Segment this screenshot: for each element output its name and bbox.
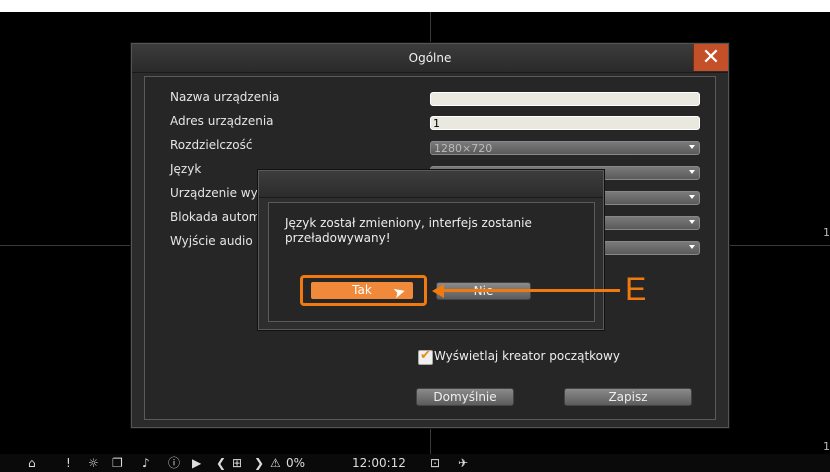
chevron-down-icon: [689, 220, 695, 224]
clock-time: 12:00:12: [352, 456, 406, 470]
wizard-checkbox[interactable]: ✔: [418, 348, 433, 365]
chevron-down-icon: [689, 170, 695, 174]
checkmark-icon: ✔: [420, 348, 431, 363]
taskbar: ⌂ ! ☼ ❐ ♪ ⓘ ▶ ❮ ⊞ ❯ ⚠ 0% 12:00:12 ⊡ ✈: [0, 454, 830, 472]
label-device-name: Nazwa urządzenia: [170, 90, 280, 104]
highlight-box: [300, 275, 427, 306]
grid-line: [430, 12, 431, 42]
device-address-input[interactable]: 1: [430, 116, 700, 130]
storage-icon: ⚠: [270, 456, 281, 470]
play-icon[interactable]: ▶: [192, 454, 201, 472]
language-changed-popup: Język został zmieniony, interfejs zostan…: [258, 170, 604, 330]
brightness-icon[interactable]: ☼: [88, 454, 99, 472]
network-icon[interactable]: ⊡: [430, 454, 440, 472]
label-language: Język: [170, 162, 202, 176]
chevron-down-icon: [689, 145, 695, 149]
device-name-input[interactable]: [430, 92, 700, 106]
volume-icon[interactable]: ♪: [142, 454, 150, 472]
channel-number: 1: [823, 440, 830, 453]
grid-line: [727, 245, 830, 246]
resolution-select[interactable]: 1280×720: [430, 141, 700, 155]
label-audio-output: Wyjście audio: [170, 234, 253, 248]
top-banner: [0, 0, 830, 12]
label-output-device: Urządzenie wyś: [170, 186, 264, 200]
next-icon[interactable]: ❯: [254, 454, 264, 472]
popup-title-bar: [259, 171, 603, 198]
annotation-arrow: [442, 289, 620, 292]
label-resolution: Rozdzielczość: [170, 138, 253, 152]
annotation-letter: E: [625, 271, 647, 307]
channel-number: 1: [823, 226, 830, 239]
label-auto-lock: Blokada automa: [170, 210, 268, 224]
grid-line: [0, 245, 131, 246]
prev-icon[interactable]: ❮: [216, 454, 226, 472]
storage-percent: 0%: [286, 456, 306, 470]
wizard-checkbox-label: Wyświetlaj kreator początkowy: [434, 349, 620, 363]
dialog-title: Ogólne: [132, 44, 728, 73]
close-button[interactable]: ✕: [693, 44, 728, 71]
window-icon[interactable]: ❐: [112, 454, 123, 472]
save-button[interactable]: Zapisz: [564, 388, 692, 406]
resolution-value: 1280×720: [434, 142, 493, 155]
alarm-icon[interactable]: !: [66, 454, 71, 472]
grid-line: [430, 427, 431, 457]
pin-icon[interactable]: ✈: [458, 454, 468, 472]
default-button[interactable]: Domyślnie: [416, 388, 514, 406]
arrow-left-icon: [432, 284, 444, 298]
popup-message: Język został zmieniony, interfejs zostan…: [285, 216, 532, 245]
home-icon[interactable]: ⌂: [28, 454, 36, 472]
info-icon[interactable]: ⓘ: [168, 454, 180, 472]
label-device-address: Adres urządzenia: [170, 114, 274, 128]
chevron-down-icon: [689, 195, 695, 199]
layout-grid-icon[interactable]: ⊞: [232, 454, 242, 472]
chevron-down-icon: [689, 245, 695, 249]
